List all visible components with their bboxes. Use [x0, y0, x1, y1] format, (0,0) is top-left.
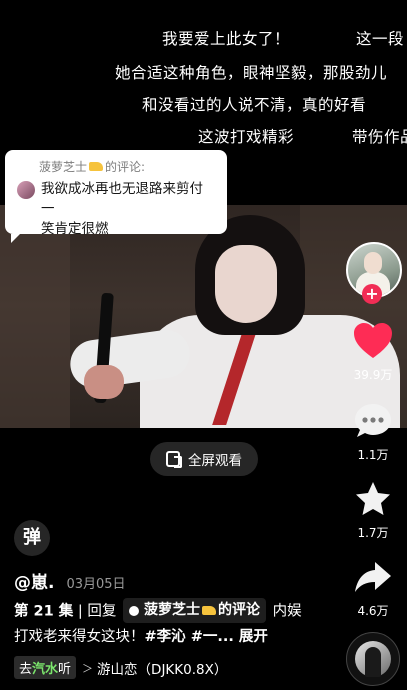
danmaku-6: 带伤作品 — [352, 128, 407, 146]
danmaku-toggle-button[interactable]: 弹 — [14, 520, 50, 556]
video-caption[interactable]: 第 21 集 | 回复 菠萝芝士 的评论 内娱 打戏老来得女这块！#李沁 #一..… — [14, 598, 344, 650]
pinned-comment-bubble[interactable]: 菠萝芝士 的评论: 我欲成冰再也无退路来剪付一 笑肯定很燃 — [5, 150, 227, 243]
danmaku-4: 和没看过的人说不清，真的好看 — [142, 96, 367, 114]
episode-label[interactable]: 第 21 集 — [14, 604, 73, 620]
music-row[interactable]: 去汽水听 ＞ 游山恋（DJKK0.8X） — [14, 656, 227, 679]
danmaku-3: 她合适这种角色，眼神坚毅，那股劲儿 — [115, 64, 388, 82]
fullscreen-label: 全屏观看 — [188, 453, 242, 469]
caption-text-b: 打戏老来得女这块！ — [14, 628, 145, 645]
fullscreen-icon — [166, 451, 182, 468]
expand-link[interactable]: 展开 — [234, 629, 268, 645]
fullscreen-button[interactable]: 全屏观看 — [150, 442, 258, 476]
star-icon — [356, 482, 390, 515]
favorite-count: 1.7万 — [357, 526, 389, 540]
music-disc[interactable] — [346, 632, 400, 686]
cheese-icon — [89, 162, 104, 171]
music-title: 游山恋（DJKK0.8X） — [97, 661, 228, 678]
post-date: 03月05日 — [66, 577, 126, 592]
comment-button[interactable]: 1.1万 — [350, 402, 396, 463]
qishui-tag[interactable]: 去汽水听 — [14, 656, 77, 679]
comment-count: 1.1万 — [357, 448, 389, 462]
danmaku-5: 这波打戏精彩 — [198, 128, 295, 146]
hashtag-link[interactable]: #李沁 #一... — [145, 629, 234, 645]
bubble-text: 我欲成冰再也无退路来剪付一 笑肯定很燃 — [41, 181, 203, 237]
caption-text-a: 内娱 — [268, 603, 302, 620]
bubble-avatar — [17, 181, 35, 199]
reply-prefix: | 回复 — [73, 603, 117, 620]
heart-icon — [354, 323, 392, 358]
reply-comment-chip[interactable]: 菠萝芝士 的评论 — [123, 598, 266, 623]
author-row: @崽. 03月05日 — [14, 568, 126, 593]
bubble-header: 菠萝芝士 的评论: — [39, 158, 215, 175]
bubble-user: 菠萝芝士 — [39, 160, 88, 174]
chat-bubble-icon — [129, 605, 139, 616]
author-name[interactable]: @崽. — [14, 568, 54, 593]
chevron-right-icon: ＞ — [82, 661, 94, 675]
share-count: 4.6万 — [357, 604, 389, 618]
like-count: 39.9万 — [353, 368, 393, 382]
share-button[interactable]: 4.6万 — [350, 558, 396, 619]
comment-icon — [355, 404, 391, 437]
share-arrow-icon — [355, 562, 391, 592]
favorite-button[interactable]: 1.7万 — [350, 480, 396, 541]
follow-button[interactable]: + — [362, 284, 382, 304]
like-button[interactable]: 39.9万 — [350, 322, 396, 383]
bubble-suffix: 的评论: — [105, 160, 146, 174]
danmaku-1: 我要爱上此女了！ — [162, 30, 291, 48]
cheese-icon — [202, 606, 216, 615]
danmaku-2: 这一段 — [356, 30, 405, 48]
